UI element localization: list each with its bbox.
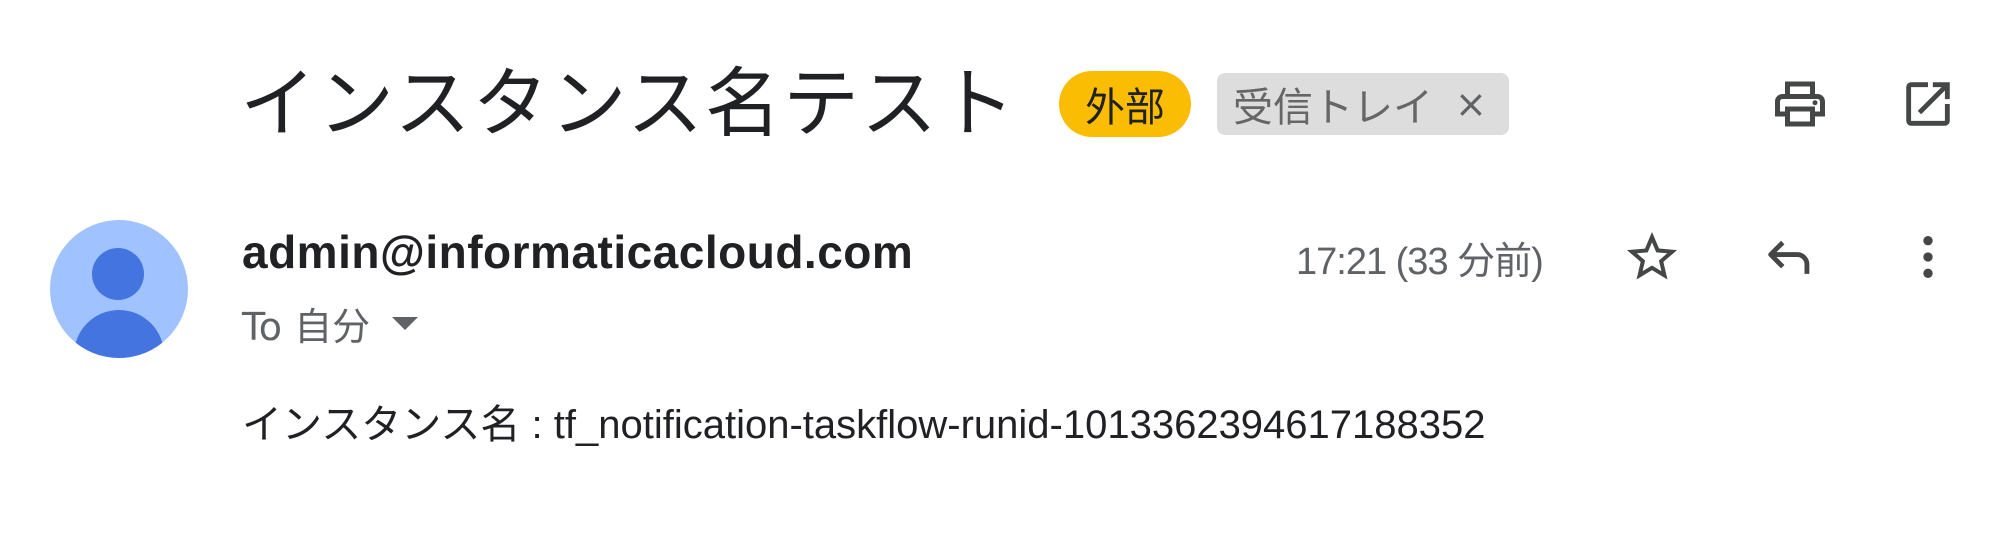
star-button[interactable] [1620, 225, 1684, 289]
open-in-new-window-icon [1906, 82, 1950, 126]
more-options-button[interactable] [1896, 225, 1960, 289]
reply-icon [1768, 240, 1810, 274]
open-in-new-window-button[interactable] [1896, 72, 1960, 136]
print-icon [1775, 81, 1825, 127]
more-vert-icon [1923, 236, 1933, 278]
label-inbox-text: 受信トレイ [1232, 85, 1433, 131]
recipient-details-dropdown-icon[interactable] [392, 317, 419, 330]
label-inbox-badge[interactable]: 受信トレイ × [1216, 73, 1509, 135]
email-body: インスタンス名 : tf_notification-taskflow-runid… [242, 403, 1486, 447]
sender-email[interactable]: admin@informaticacloud.com [242, 225, 913, 279]
avatar-body-shape [74, 310, 164, 358]
avatar-head-shape [92, 248, 144, 300]
recipient-line: To 自分 [242, 296, 419, 351]
label-external-text: 外部 [1084, 85, 1165, 131]
print-button[interactable] [1768, 72, 1832, 136]
thread-toolbar [1768, 72, 1960, 136]
email-timestamp: 17:21 (33 分前) [1296, 241, 1544, 283]
remove-label-icon[interactable]: × [1455, 82, 1487, 126]
sender-avatar[interactable] [50, 220, 188, 358]
subject-row: インスタンス名テスト 外部 受信トレイ × [240, 52, 1509, 156]
recipient-text: To 自分 [242, 305, 371, 349]
label-external-badge[interactable]: 外部 [1058, 71, 1191, 137]
reply-button[interactable] [1758, 225, 1822, 289]
star-icon [1627, 232, 1677, 280]
message-actions [1620, 225, 1960, 289]
email-subject: インスタンス名テスト [240, 59, 1017, 148]
